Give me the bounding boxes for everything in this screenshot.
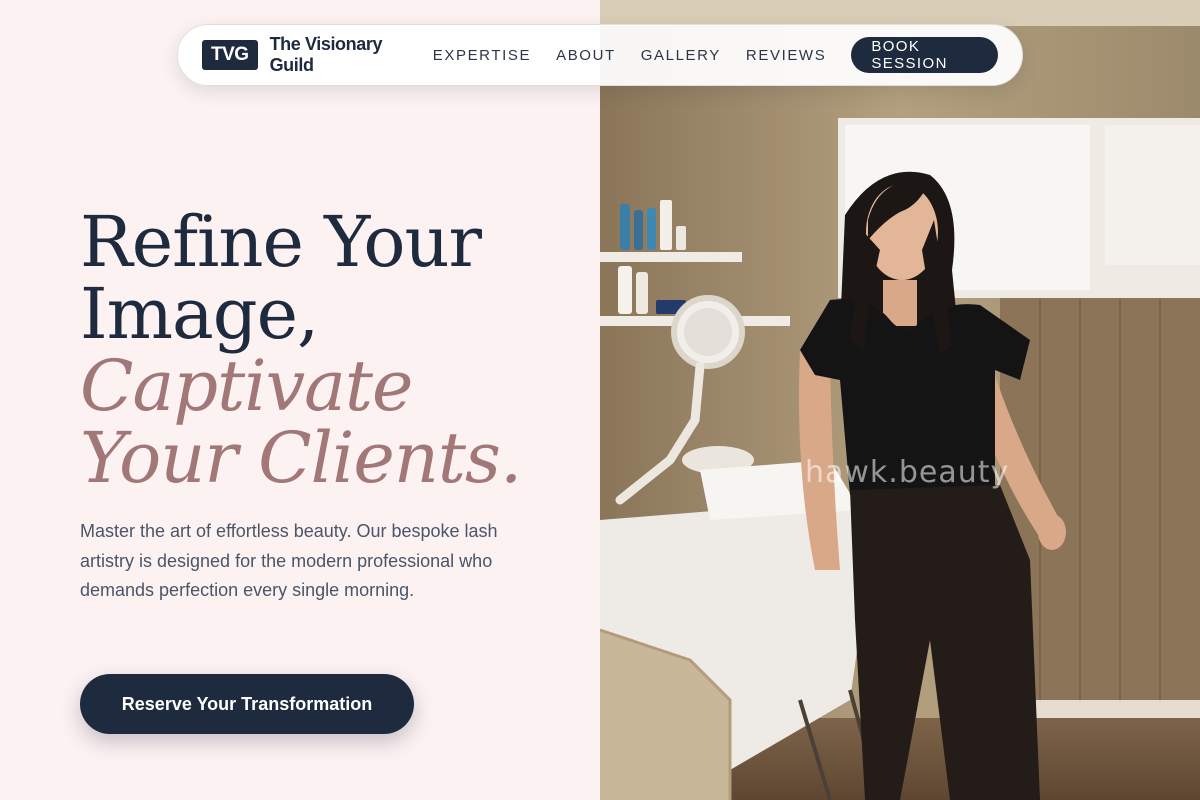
top-navigation: TVG The Visionary Guild EXPERTISE ABOUT … (177, 24, 1023, 86)
hero-description: Master the art of effortless beauty. Our… (80, 521, 498, 600)
hero-title: Refine Your Image, Captivate Your Client… (80, 201, 522, 499)
salon-photo-illustration (600, 0, 1200, 800)
nav-link-about[interactable]: ABOUT (556, 47, 616, 64)
nav-link-gallery[interactable]: GALLERY (641, 47, 721, 64)
nav-links: EXPERTISE ABOUT GALLERY REVIEWS (433, 47, 852, 64)
hero-title-accent-line-1: Captivate (80, 345, 413, 427)
book-session-button[interactable]: BOOK SESSION (851, 37, 998, 73)
reserve-transformation-button[interactable]: Reserve Your Transformation (80, 674, 414, 734)
hero-title-line-1: Refine Your (80, 201, 482, 283)
nav-link-expertise[interactable]: EXPERTISE (433, 47, 531, 64)
photo-watermark: hawk.beauty (805, 455, 1010, 490)
hero-photo: hawk.beauty (600, 0, 1200, 800)
logo-mark[interactable]: TVG (202, 40, 258, 70)
hero-title-accent-line-2: Your Clients. (80, 417, 522, 499)
brand-name[interactable]: The Visionary Guild (270, 34, 401, 76)
hero-title-line-2: Image, (80, 273, 319, 355)
nav-link-reviews[interactable]: REVIEWS (746, 47, 826, 64)
